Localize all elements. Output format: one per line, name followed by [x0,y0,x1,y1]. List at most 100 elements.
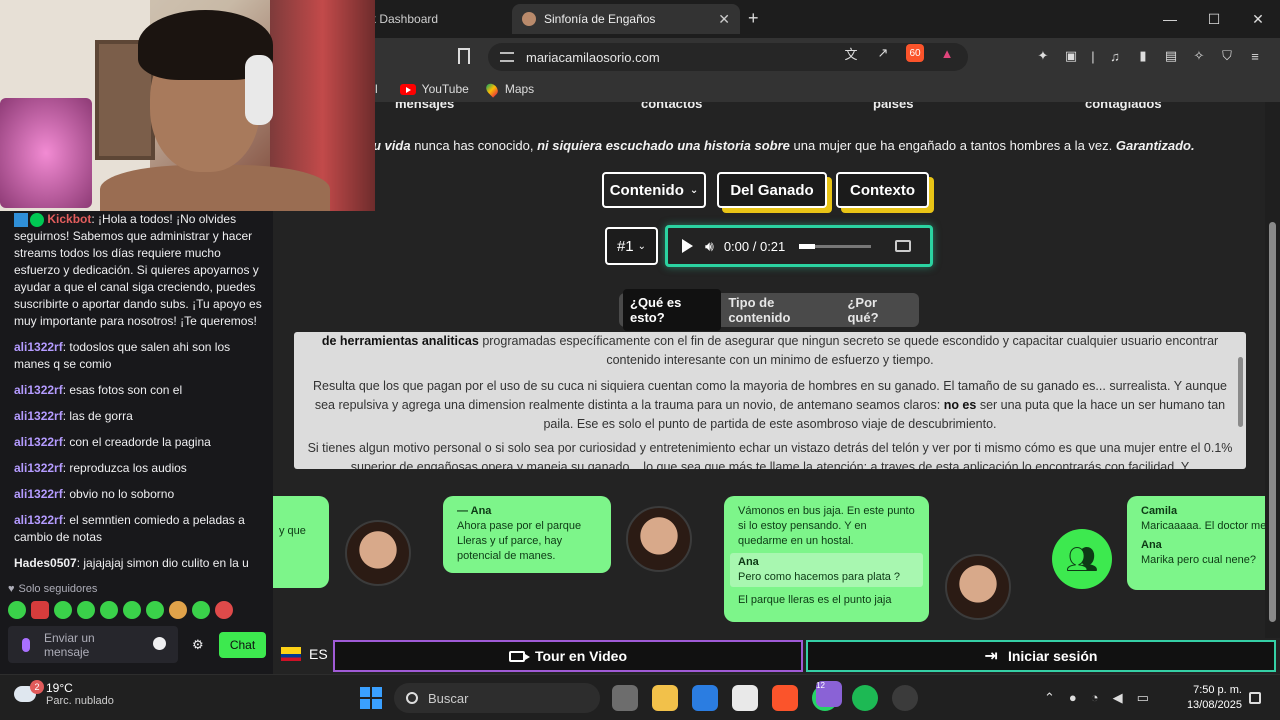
extension-icons: ✦ ▣ | ♫ ▮ ▤ ✧ ⛉ ≡ [1034,47,1264,65]
chat-username[interactable]: ali1322rf [14,435,63,449]
emote-icon[interactable] [31,601,49,619]
weather-widget[interactable]: 2 19°C Parc. nublado [14,680,114,707]
media-icon[interactable]: ♫ [1106,47,1124,65]
file-explorer-icon[interactable] [652,685,678,711]
share-icon[interactable]: ↗ [874,44,892,62]
chat-username[interactable]: ali1322rf [14,487,63,501]
category-contexto-button[interactable]: Contexto [836,172,929,208]
chat-message-input[interactable]: Enviar un mensaje [8,626,178,663]
minimize-icon[interactable]: — [1148,0,1192,38]
brave-shield-icon[interactable]: 60 [906,44,924,62]
divider: | [1091,48,1095,64]
menu-icon[interactable]: ≡ [1246,47,1264,65]
translate-icon[interactable]: 文 [842,44,860,62]
brave-rewards-icon[interactable]: ▲ [938,44,956,62]
language-selector[interactable]: ES [281,646,328,662]
extensions-icon[interactable]: ✦ [1034,47,1052,65]
tab-que-es-esto[interactable]: ¿Qué es esto? [623,289,722,331]
whatsapp-icon[interactable]: 12 [812,681,842,711]
temperature: 19°C [46,681,73,695]
spotify-icon[interactable] [852,685,878,711]
store-icon[interactable] [692,685,718,711]
emote-icon[interactable] [123,601,141,619]
microphone-icon[interactable]: ● [1069,690,1077,706]
volume-icon[interactable]: 🔊︎ [705,238,714,255]
category-contenido-dropdown[interactable]: Contenido ⌄ [602,172,706,208]
wallet-icon[interactable]: ▤ [1162,47,1180,65]
mic-icon[interactable] [22,637,30,652]
episode-select[interactable]: #1 ⌄ [605,227,658,265]
new-tab-icon[interactable]: + [748,8,759,29]
start-tile [372,687,382,697]
textbox-scrollbar[interactable] [1238,357,1243,427]
tab-por-que[interactable]: ¿Por qué? [840,289,915,331]
chevron-up-icon[interactable]: ⌃ [1044,690,1055,706]
maximize-icon[interactable]: ☐ [1192,0,1236,38]
bookmark-maps[interactable]: Maps [483,80,534,98]
login-icon: ⇥ [984,648,998,665]
login-button[interactable]: ⇥ Iniciar sesión [806,640,1276,672]
chevron-down-icon: ⌄ [689,184,699,196]
stat-label: contactos [641,102,703,111]
bookmark-youtube[interactable]: YouTube [399,82,469,96]
site-settings-icon[interactable] [500,52,514,62]
taskbar-search[interactable]: Buscar [394,683,600,713]
tab-close-icon[interactable]: ✕ [718,11,730,28]
audio-player: 🔊︎ 0:00 / 0:21 [665,225,933,267]
chat-username[interactable]: ali1322rf [14,461,63,475]
chat-username[interactable]: ali1322rf [14,340,63,354]
tab-dashboard[interactable]: k Dashboard [360,4,510,34]
sidebar-icon[interactable]: ▮ [1134,47,1152,65]
description-paragraph: Resulta que los que pagan por el uso de … [306,377,1234,434]
chat-username[interactable]: ali1322rf [14,383,63,397]
task-view-icon[interactable] [612,685,638,711]
page-scrollbar[interactable] [1265,102,1280,638]
seek-slider[interactable] [799,243,872,249]
tour-video-button[interactable]: Tour en Video [333,640,803,672]
category-del-ganado-button[interactable]: Del Ganado [717,172,827,208]
bookmark-partial[interactable]: l [375,82,378,96]
followers-label: Solo seguidores [18,583,98,595]
brave-browser-icon[interactable] [772,685,798,711]
tab-sinfonia[interactable]: Sinfonía de Engaños ✕ [512,4,740,34]
close-window-icon[interactable]: ✕ [1236,0,1280,38]
chat-username[interactable]: ali1322rf [14,513,63,527]
chat-send-button[interactable]: Chat [219,632,266,658]
windows-start-icon[interactable] [360,687,382,709]
emoji-icon[interactable] [153,637,166,650]
category-label: Contenido [609,181,684,199]
play-icon[interactable] [682,239,693,253]
battery-icon[interactable]: ▭ [1137,690,1149,706]
taskbar-clock[interactable]: 7:50 p. m. 13/08/2025 [1182,683,1242,713]
emote-icon[interactable] [146,601,164,619]
chat-message: ali1322rf: reproduzca los audios [14,461,187,475]
emote-icon[interactable] [8,601,26,619]
emote-icon[interactable] [192,601,210,619]
chat-username[interactable]: Kickbot [47,212,91,226]
obs-icon[interactable] [892,685,918,711]
emote-icon[interactable] [215,601,233,619]
wifi-icon[interactable]: ◔ [1091,690,1099,706]
screenshot-icon[interactable]: ▣ [1062,47,1080,65]
reply-text: Pero como hacemos para plata ? [738,571,901,583]
cast-icon[interactable] [895,240,912,252]
leo-ai-icon[interactable]: ✧ [1190,47,1208,65]
emote-icon[interactable] [169,601,187,619]
gear-icon[interactable]: ⚙ [192,637,204,653]
bookmark-icon[interactable] [458,48,470,64]
speaker-icon[interactable]: ◀ [1113,690,1123,706]
emote-icon[interactable] [100,601,118,619]
verified-badge-icon [30,212,44,227]
start-tile [360,699,370,709]
notifications-icon[interactable] [1249,692,1261,704]
notion-icon[interactable] [732,685,758,711]
description-paragraph: de herramientas analiticas programadas e… [306,332,1234,370]
chat-username[interactable]: Hades0507 [14,556,77,570]
chat-username[interactable]: ali1322rf [14,409,63,423]
emote-icon[interactable] [54,601,72,619]
chat-bubble: Vámonos en bus jaja. En este punto si lo… [724,496,929,622]
vpn-icon[interactable]: ⛉ [1218,47,1236,65]
bubble-text: Vámonos en bus jaja. En este punto si lo… [738,505,915,547]
tab-tipo-de-contenido[interactable]: Tipo de contenido [721,289,840,331]
emote-icon[interactable] [77,601,95,619]
